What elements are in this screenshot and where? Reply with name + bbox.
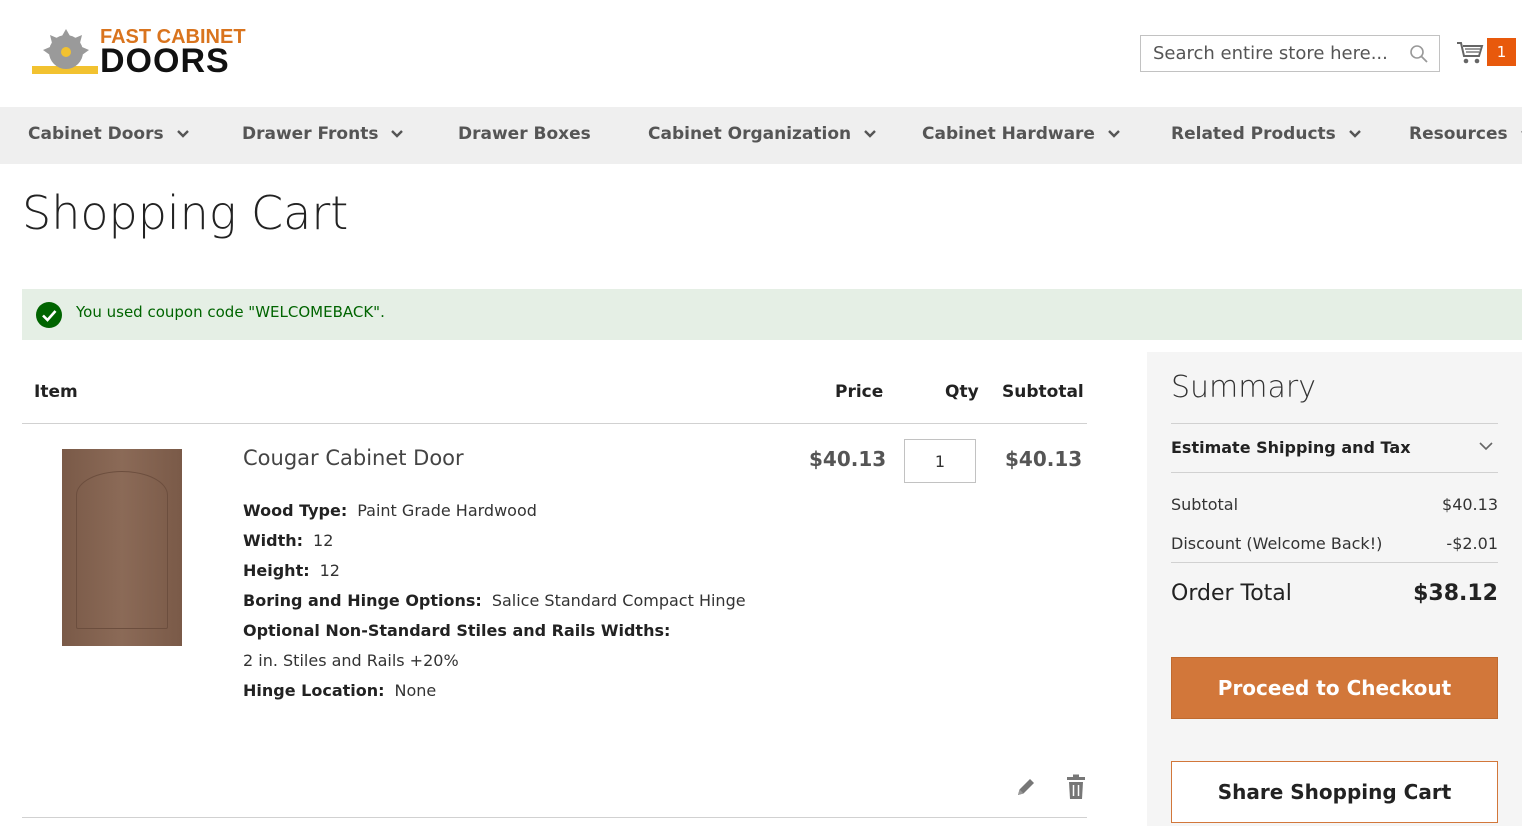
page-title: Shopping Cart [22,186,349,240]
nav-item-resources[interactable]: Resources [1409,107,1522,164]
nav-label: Cabinet Organization [648,124,852,144]
option-label: Width: [243,531,304,550]
summary-divider [1171,562,1498,563]
product-option: 2 in. Stiles and Rails +20% [243,651,459,670]
door-panel-graphic [76,471,168,629]
proceed-to-checkout-button[interactable]: Proceed to Checkout [1171,657,1498,719]
order-total-label: Order Total [1171,581,1292,606]
trash-icon[interactable] [1064,774,1088,800]
site-logo[interactable]: FAST CABINET DOORS [28,24,246,84]
discount-value: -$2.01 [1446,534,1498,553]
pencil-edit-icon[interactable] [1014,775,1038,799]
column-header-subtotal: Subtotal [1002,382,1084,402]
nav-label: Cabinet Hardware [922,124,1095,144]
option-value: 12 [313,531,334,550]
product-option: Wood Type: Paint Grade Hardwood [243,501,537,520]
option-label: Optional Non-Standard Stiles and Rails W… [243,621,671,640]
option-value: 12 [319,561,340,580]
option-value: None [394,681,437,700]
share-cart-button[interactable]: Share Shopping Cart [1171,761,1498,823]
nav-item-drawer-fronts[interactable]: Drawer Fronts [242,107,404,164]
order-summary: Summary Estimate Shipping and Tax Subtot… [1147,352,1522,826]
subtotal-value: $40.13 [1442,495,1498,514]
chevron-down-icon [1348,130,1361,138]
product-option: Optional Non-Standard Stiles and Rails W… [243,621,680,640]
nav-label: Resources [1409,124,1508,144]
product-option: Height: 12 [243,561,340,580]
item-price: $40.13 [809,447,887,471]
nav-label: Cabinet Doors [28,124,164,144]
nav-item-drawer-boxes[interactable]: Drawer Boxes [458,107,591,164]
column-header-price: Price [835,382,884,402]
nav-label: Related Products [1171,124,1336,144]
nav-label: Drawer Boxes [458,124,591,144]
item-divider [22,817,1087,818]
chevron-down-icon [176,130,189,138]
saw-blade-icon [32,29,98,74]
subtotal-label: Subtotal [1171,495,1239,514]
search-input[interactable] [1141,36,1403,71]
product-option: Width: 12 [243,531,333,550]
nav-label: Drawer Fronts [242,124,379,144]
success-message: You used coupon code "WELCOMEBACK". [22,289,1522,340]
logo-text-bottom: DOORS [100,42,230,80]
option-label: Hinge Location: [243,681,385,700]
estimate-shipping-toggle[interactable]: Estimate Shipping and Tax [1171,438,1411,457]
option-value: 2 in. Stiles and Rails +20% [243,651,459,670]
option-label: Height: [243,561,310,580]
summary-divider [1171,423,1498,424]
order-total-value: $38.12 [1413,581,1498,606]
option-label: Boring and Hinge Options: [243,591,482,610]
option-value: Salice Standard Compact Hinge [491,591,746,610]
option-label: Wood Type: [243,501,348,520]
option-value: Paint Grade Hardwood [357,501,537,520]
nav-item-cabinet-hardware[interactable]: Cabinet Hardware [922,107,1121,164]
column-header-qty: Qty [945,382,979,402]
site-header: FAST CABINET DOORS 1 [0,0,1522,107]
table-header-divider [22,423,1087,424]
discount-label: Discount (Welcome Back!) [1171,534,1383,553]
chevron-down-icon [1108,130,1120,138]
nav-item-cabinet-organization[interactable]: Cabinet Organization [648,107,877,164]
checkmark-circle-icon [36,302,62,328]
chevron-down-icon[interactable] [1478,440,1494,452]
search-box [1140,35,1440,72]
quantity-input[interactable] [904,439,976,483]
shopping-cart-icon[interactable] [1456,40,1484,66]
search-icon[interactable] [1409,44,1429,64]
summary-title: Summary [1171,370,1316,405]
chevron-down-icon [391,130,404,138]
product-name-link[interactable]: Cougar Cabinet Door [243,446,464,470]
main-navigation: Cabinet Doors Drawer Fronts Drawer Boxes… [0,107,1522,164]
summary-divider [1171,472,1498,473]
nav-item-cabinet-doors[interactable]: Cabinet Doors [28,107,190,164]
item-subtotal: $40.13 [1005,447,1083,471]
column-header-item: Item [34,382,78,402]
cart-count-badge[interactable]: 1 [1487,38,1516,66]
nav-item-related-products[interactable]: Related Products [1171,107,1362,164]
product-option: Hinge Location: None [243,681,436,700]
product-thumbnail[interactable] [62,449,182,646]
success-message-text: You used coupon code "WELCOMEBACK". [76,303,385,321]
chevron-down-icon [864,130,876,138]
product-option: Boring and Hinge Options: Salice Standard… [243,591,746,610]
